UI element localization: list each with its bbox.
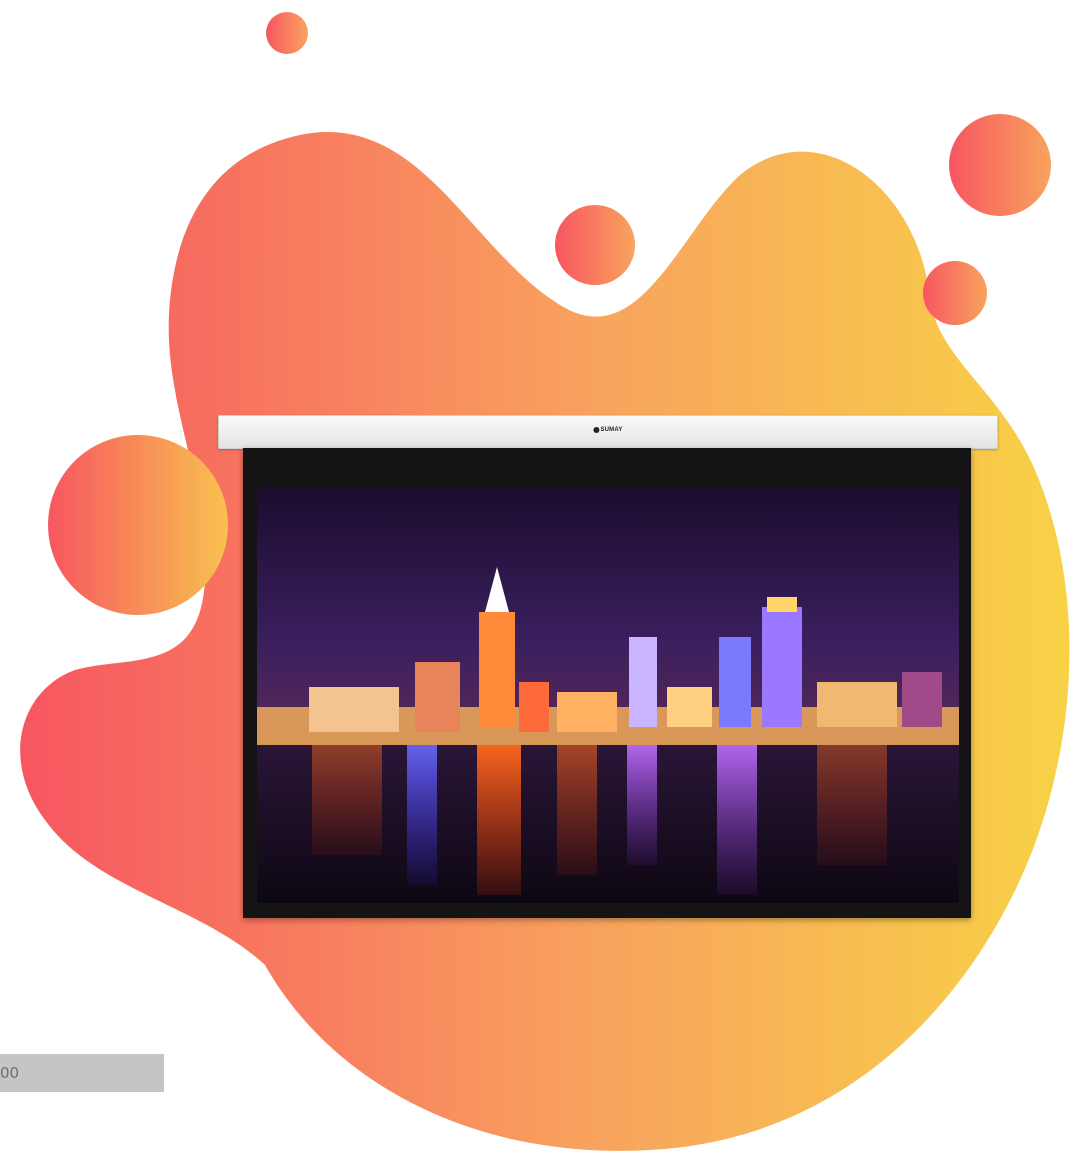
text-field-value: 00 [0,1064,20,1082]
bubble-center [555,205,635,285]
bubble-right-large [949,114,1051,216]
bubble-right-small [923,261,987,325]
night-skyline-illustration [257,487,959,903]
bubble-top-small [266,12,308,54]
brand-logo-icon [593,427,600,433]
brand-name: SUMAY [600,427,623,433]
projector-screen-case: SUMAY [218,415,998,449]
brand-logo: SUMAY [593,427,622,433]
bubble-left [48,435,228,615]
projected-city-image [257,487,959,903]
text-field[interactable]: 00 [0,1054,164,1092]
